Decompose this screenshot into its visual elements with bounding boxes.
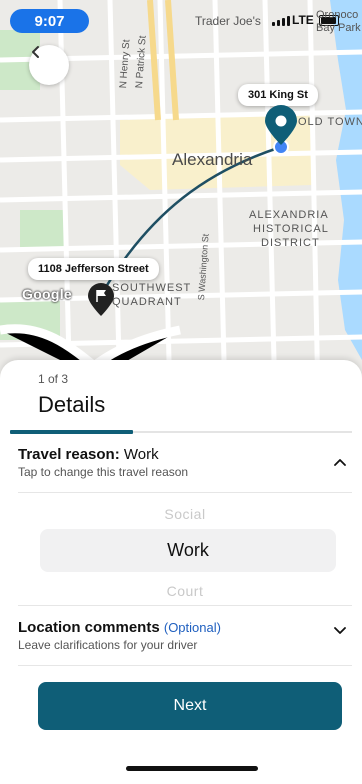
optional-tag: (Optional) <box>163 620 221 635</box>
map-label-quadrant: QUADRANT <box>112 296 182 308</box>
map-label-southwest: SOUTHWEST <box>112 282 192 294</box>
location-comments-label: Location comments <box>18 619 160 636</box>
picker-option-selected[interactable]: Work <box>40 529 336 572</box>
progress-fill <box>10 430 134 434</box>
location-comments-hint: Leave clarifications for your driver <box>18 638 198 652</box>
home-indicator[interactable] <box>126 766 258 771</box>
location-pin-icon <box>265 105 297 145</box>
divider <box>18 665 352 666</box>
next-button[interactable]: Next <box>38 682 342 730</box>
chevron-down-icon[interactable] <box>334 623 346 638</box>
travel-reason-row[interactable]: Travel reason: Work Tap to change this t… <box>18 446 352 492</box>
divider <box>18 605 352 606</box>
map-label-historic-1: ALEXANDRIA <box>249 209 329 221</box>
flag-icon <box>88 283 114 316</box>
status-bar: 9:07 LTE <box>0 0 362 40</box>
picker-option-prev[interactable]: Social <box>18 506 352 522</box>
network-label: LTE <box>292 13 314 27</box>
map-label-historic-3: DISTRICT <box>261 237 320 249</box>
progress-bar <box>10 430 352 434</box>
travel-reason-value: Work <box>123 446 159 463</box>
chevron-up-icon[interactable] <box>334 454 346 469</box>
travel-reason-heading: Travel reason: Work <box>18 446 352 463</box>
location-comments-row[interactable]: Location comments (Optional) Leave clari… <box>18 619 352 663</box>
map-label-bay-park: Bay Park <box>316 22 361 34</box>
map-label-alexandria: Alexandria <box>172 150 253 169</box>
details-sheet: 1 of 3 Details Travel reason: Work Tap t… <box>0 360 362 784</box>
map-label-old-town: OLD TOWN <box>298 116 362 128</box>
status-time: 9:07 <box>10 9 89 33</box>
sheet-title: Details <box>38 392 106 417</box>
back-button[interactable] <box>29 45 69 85</box>
location-comments-heading: Location comments (Optional) <box>18 619 352 636</box>
step-indicator: 1 of 3 <box>38 372 69 386</box>
origin-label: 1108 Jefferson Street <box>28 258 159 280</box>
map-label-trader-joes: Trader Joe's <box>195 14 261 28</box>
travel-reason-picker[interactable]: Social Work Court <box>18 498 352 604</box>
signal-icon <box>272 16 290 26</box>
map-label-historic-2: HISTORICAL <box>253 223 329 235</box>
chevron-left-icon <box>32 46 39 58</box>
travel-reason-label: Travel reason: <box>18 446 120 463</box>
picker-option-next[interactable]: Court <box>18 583 352 599</box>
map-label-oronoco: Oronoco <box>316 9 359 21</box>
google-attribution: Google <box>22 286 73 302</box>
map-view[interactable]: 9:07 LTE Trader Joe's Oronoco Bay Park N… <box>0 0 362 400</box>
travel-reason-hint: Tap to change this travel reason <box>18 465 189 479</box>
divider <box>18 492 352 493</box>
